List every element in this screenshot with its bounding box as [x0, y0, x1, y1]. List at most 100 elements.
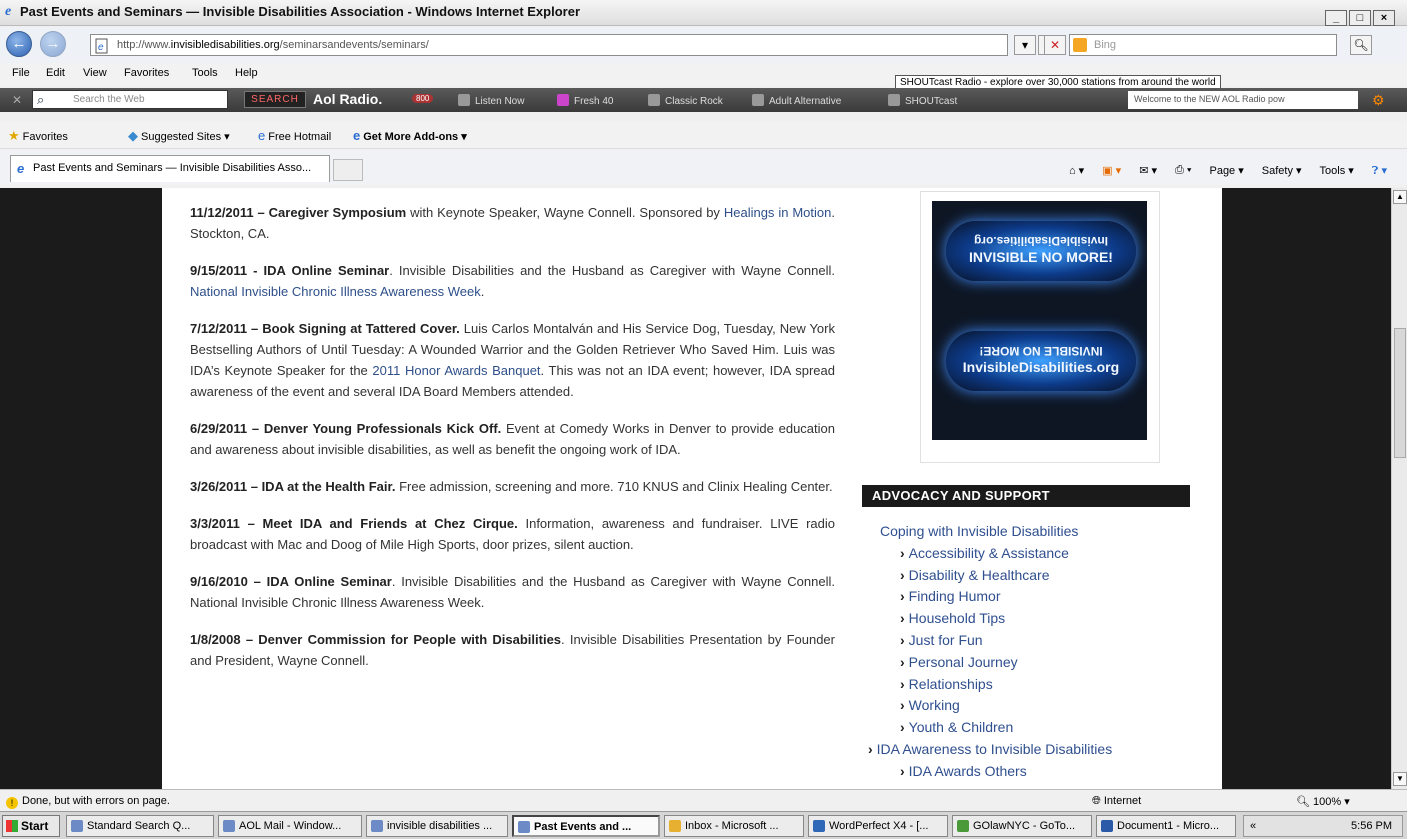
- tools-menu[interactable]: Tools ▾: [1320, 164, 1354, 178]
- event-item: 9/16/2010 – IDA Online Seminar. Invisibl…: [190, 574, 835, 610]
- event-item: 3/26/2011 – IDA at the Health Fair. Free…: [190, 479, 833, 494]
- sidebar-subitem[interactable]: › Finding Humor: [880, 586, 1112, 608]
- shoutcast-button[interactable]: SHOUTcast: [888, 94, 957, 107]
- station-icon: [752, 94, 764, 106]
- menu-edit[interactable]: Edit: [46, 67, 65, 79]
- close-toolbar-icon[interactable]: ✕: [12, 93, 22, 107]
- aol-search-button[interactable]: SEARCH: [244, 91, 306, 108]
- taskbar-item[interactable]: Standard Search Q...: [66, 815, 214, 837]
- scroll-thumb[interactable]: [1394, 328, 1406, 458]
- home-icon[interactable]: ⌂ ▾: [1069, 164, 1084, 178]
- sidebar-heading: ADVOCACY AND SUPPORT: [862, 485, 1190, 507]
- back-button[interactable]: ←: [6, 31, 32, 57]
- get-more-addons-link[interactable]: e Get More Add-ons ▾: [353, 128, 467, 143]
- close-button[interactable]: ×: [1373, 10, 1395, 26]
- menu-view[interactable]: View: [83, 67, 107, 79]
- status-message[interactable]: ! Done, but with errors on page.: [6, 795, 170, 809]
- taskbar-item[interactable]: WordPerfect X4 - [...: [808, 815, 948, 837]
- chevron-right-icon: ›: [900, 675, 905, 692]
- event-link[interactable]: 2011 Honor Awards Banquet: [372, 363, 540, 378]
- scroll-down-arrow-icon[interactable]: ▼: [1393, 772, 1407, 786]
- bing-icon: [1073, 38, 1087, 52]
- zoom-level[interactable]: 🔍︎ 100% ▾: [1296, 795, 1350, 808]
- adult-alternative-button[interactable]: Adult Alternative: [752, 94, 841, 107]
- chevron-right-icon: ›: [868, 740, 873, 757]
- scroll-up-arrow-icon[interactable]: ▲: [1393, 190, 1407, 204]
- address-bar[interactable]: e http://www.invisibledisabilities.org/s…: [90, 34, 1008, 56]
- page-menu[interactable]: Page ▾: [1209, 164, 1243, 178]
- aol-toolbar: ✕ ⌕ Search the Web SEARCH Aol Radio. 800…: [0, 88, 1407, 112]
- address-row: ← → e http://www.invisibledisabilities.o…: [0, 27, 1407, 63]
- sidebar-subitem[interactable]: › Personal Journey: [880, 652, 1112, 674]
- status-bar: ! Done, but with errors on page. 🌐︎ Inter…: [0, 789, 1407, 811]
- sidebar-subitem[interactable]: › Household Tips: [880, 608, 1112, 630]
- dropdown-arrow-icon[interactable]: ▾: [1014, 35, 1036, 55]
- outlook-icon: [669, 820, 681, 832]
- start-button[interactable]: Start: [2, 815, 60, 837]
- suggested-sites-link[interactable]: ◆ Suggested Sites ▾: [128, 128, 230, 144]
- search-icon[interactable]: 🔍︎: [1350, 35, 1372, 55]
- chevron-right-icon: ›: [900, 544, 905, 561]
- event-item: 9/15/2011 - IDA Online Seminar. Invisibl…: [190, 263, 835, 299]
- gear-icon[interactable]: ⚙: [1372, 92, 1385, 109]
- menu-favorites[interactable]: Favorites: [124, 67, 169, 79]
- taskbar-item[interactable]: invisible disabilities ...: [366, 815, 508, 837]
- wristband-banner-image[interactable]: InvisibleDisabilities.org INVISIBLE NO M…: [932, 201, 1147, 440]
- search-input[interactable]: Bing: [1069, 34, 1337, 56]
- menu-tools[interactable]: Tools: [192, 67, 218, 79]
- taskbar-item-active[interactable]: Past Events and ...: [512, 815, 660, 837]
- feeds-icon[interactable]: ▣ ▾: [1102, 164, 1121, 178]
- taskbar-item[interactable]: Inbox - Microsoft ...: [664, 815, 804, 837]
- menu-help[interactable]: Help: [235, 67, 258, 79]
- security-zone: 🌐︎ Internet: [1092, 795, 1142, 807]
- stop-icon[interactable]: ✕: [1044, 35, 1066, 55]
- play-icon: [458, 94, 470, 106]
- aol-welcome-ticker[interactable]: Welcome to the NEW AOL Radio pow: [1128, 91, 1358, 109]
- maximize-button[interactable]: □: [1349, 10, 1371, 26]
- print-icon[interactable]: ⎙ ▾: [1175, 164, 1191, 178]
- menu-file[interactable]: File: [12, 67, 30, 79]
- forward-button[interactable]: →: [40, 31, 66, 57]
- aol-search-input[interactable]: ⌕ Search the Web: [32, 90, 228, 109]
- events-list: 11/12/2011 – Caregiver Symposium with Ke…: [190, 202, 835, 687]
- sidebar-item-ida-awareness[interactable]: › IDA Awareness to Invisible Disabilities: [868, 739, 1112, 761]
- sidebar-subitem[interactable]: › Youth & Children: [880, 717, 1112, 739]
- system-tray: « 5:56 PM: [1243, 815, 1403, 837]
- sidebar-subitem[interactable]: › Working: [880, 695, 1112, 717]
- new-tab-button[interactable]: [333, 159, 363, 181]
- svg-text:e: e: [17, 161, 24, 175]
- clock[interactable]: 5:56 PM: [1351, 820, 1392, 832]
- safety-menu[interactable]: Safety ▾: [1262, 164, 1302, 178]
- taskbar-item[interactable]: Document1 - Micro...: [1096, 815, 1236, 837]
- sidebar-subitem[interactable]: › Disability & Healthcare: [880, 565, 1112, 587]
- sidebar-subitem[interactable]: › Accessibility & Assistance: [880, 543, 1112, 565]
- svg-text:e: e: [5, 4, 11, 18]
- ie-icon: [223, 820, 235, 832]
- event-item: 1/8/2008 – Denver Commission for People …: [190, 632, 835, 668]
- mail-icon[interactable]: ✉ ▾: [1139, 164, 1157, 178]
- chevron-right-icon: ›: [900, 588, 905, 605]
- vertical-scrollbar[interactable]: ▲ ▼: [1391, 188, 1407, 789]
- free-hotmail-link[interactable]: e Free Hotmail: [258, 128, 331, 143]
- chevron-right-icon: ›: [900, 631, 905, 648]
- svg-text:e: e: [98, 42, 104, 53]
- sidebar-subitem[interactable]: › Relationships: [880, 674, 1112, 696]
- help-icon[interactable]: ❓︎ ▾: [1372, 164, 1387, 178]
- chevron-right-icon: ›: [900, 566, 905, 583]
- event-link[interactable]: National Invisible Chronic Illness Aware…: [190, 284, 481, 299]
- minimize-button[interactable]: _: [1325, 10, 1347, 26]
- classic-rock-button[interactable]: Classic Rock: [648, 94, 723, 107]
- page-viewport: 11/12/2011 – Caregiver Symposium with Ke…: [0, 188, 1391, 789]
- tray-expand-icon[interactable]: «: [1250, 820, 1256, 832]
- sidebar-item-coping[interactable]: Coping with Invisible Disabilities: [880, 521, 1112, 543]
- tab-past-events[interactable]: e Past Events and Seminars — Invisible D…: [10, 155, 330, 182]
- taskbar-item[interactable]: AOL Mail - Window...: [218, 815, 362, 837]
- favorites-button[interactable]: ★ Favorites: [8, 128, 68, 144]
- sidebar-subitem[interactable]: › IDA Awards Others: [880, 761, 1112, 783]
- sidebar-subitem[interactable]: › Just for Fun: [880, 630, 1112, 652]
- fresh-40-button[interactable]: Fresh 40: [557, 94, 613, 107]
- listen-now-button[interactable]: Listen Now: [458, 94, 524, 107]
- taskbar-item[interactable]: GOlawNYC - GoTo...: [952, 815, 1092, 837]
- event-link[interactable]: Healings in Motion: [724, 205, 832, 220]
- taskbar: Start Standard Search Q... AOL Mail - Wi…: [0, 811, 1407, 839]
